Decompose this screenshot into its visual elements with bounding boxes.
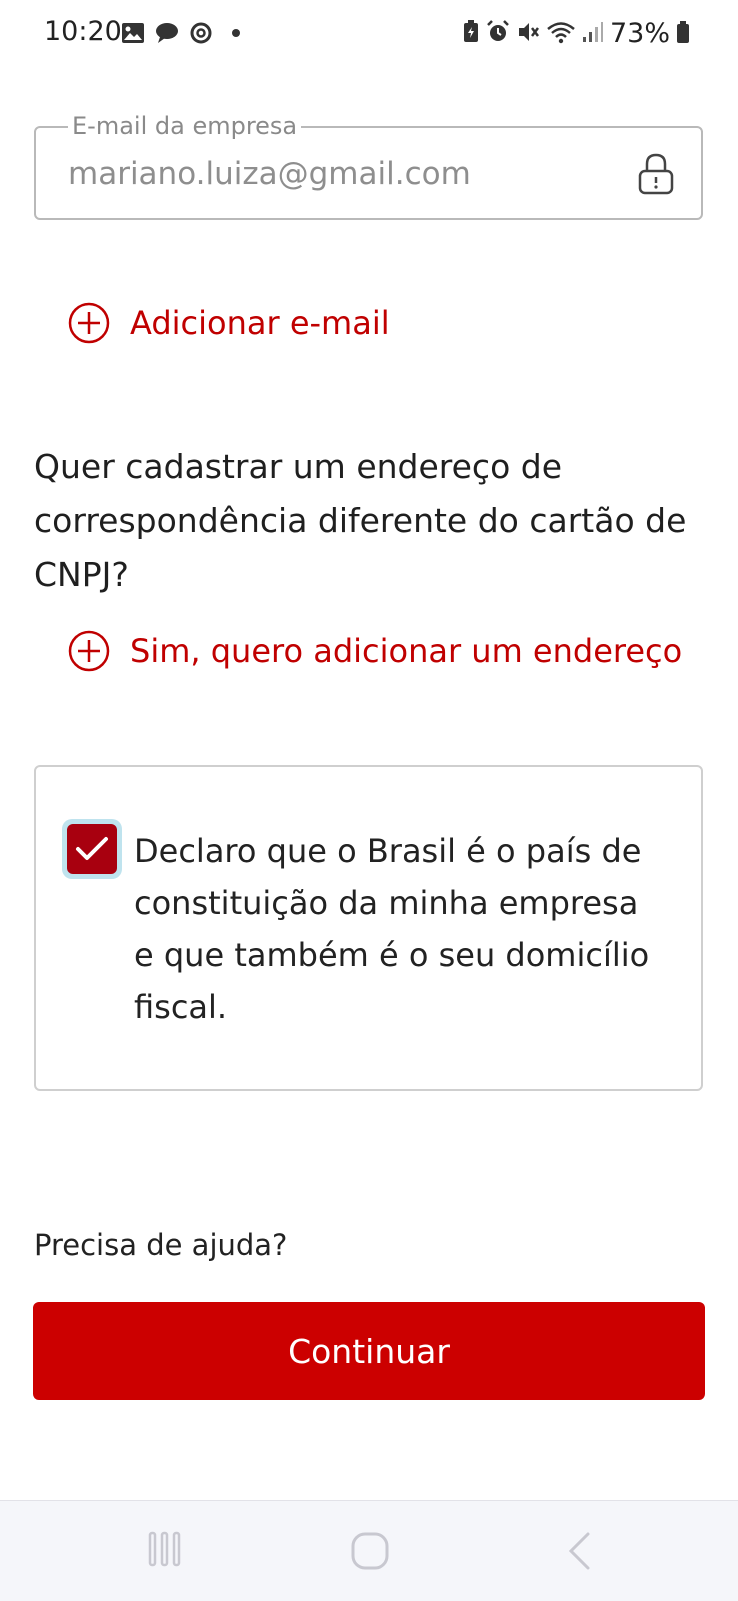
dot-icon	[232, 29, 240, 37]
checkbox-checked	[67, 824, 117, 874]
signal-icon	[582, 20, 604, 48]
check-icon	[76, 837, 108, 860]
status-left-icons	[120, 20, 240, 46]
threads-icon	[188, 20, 214, 46]
declaration-box: Declaro que o Brasil é o país de constit…	[34, 765, 703, 1091]
mute-icon	[516, 20, 540, 48]
status-right-icons: 73%	[462, 18, 690, 49]
plus-circle-icon	[68, 630, 110, 672]
continue-button[interactable]: Continuar	[33, 1302, 705, 1400]
lock-icon	[637, 152, 675, 200]
address-question: Quer cadastrar um endereço de correspond…	[34, 447, 687, 594]
plus-circle-icon	[68, 302, 110, 344]
chat-icon	[154, 20, 180, 46]
battery-percent: 73%	[609, 18, 670, 49]
email-field[interactable]: E-mail da empresa mariano.luiza@gmail.co…	[34, 112, 703, 220]
email-field-value: mariano.luiza@gmail.com	[68, 156, 471, 192]
recent-apps-icon[interactable]	[148, 1531, 182, 1571]
back-icon[interactable]	[566, 1531, 592, 1575]
email-field-label: E-mail da empresa	[68, 112, 302, 140]
home-icon[interactable]	[350, 1531, 390, 1575]
wifi-icon	[546, 20, 576, 48]
battery-saver-icon	[462, 19, 480, 48]
add-address-label: Sim, quero adicionar um endereço	[130, 632, 683, 670]
gallery-icon	[120, 20, 146, 46]
status-time: 10:20	[44, 16, 122, 47]
add-address-button[interactable]: Sim, quero adicionar um endereço	[68, 630, 682, 672]
alarm-icon	[486, 19, 510, 48]
add-email-button[interactable]: Adicionar e-mail	[68, 302, 390, 344]
navigation-bar	[0, 1500, 738, 1601]
add-email-label: Adicionar e-mail	[130, 304, 390, 342]
declaration-text: Declaro que o Brasil é o país de constit…	[134, 832, 650, 1026]
help-link[interactable]: Precisa de ajuda?	[34, 1228, 287, 1262]
status-bar: 10:20 73%	[0, 0, 738, 70]
declaration-checkbox[interactable]	[62, 819, 122, 879]
battery-icon	[676, 20, 690, 48]
